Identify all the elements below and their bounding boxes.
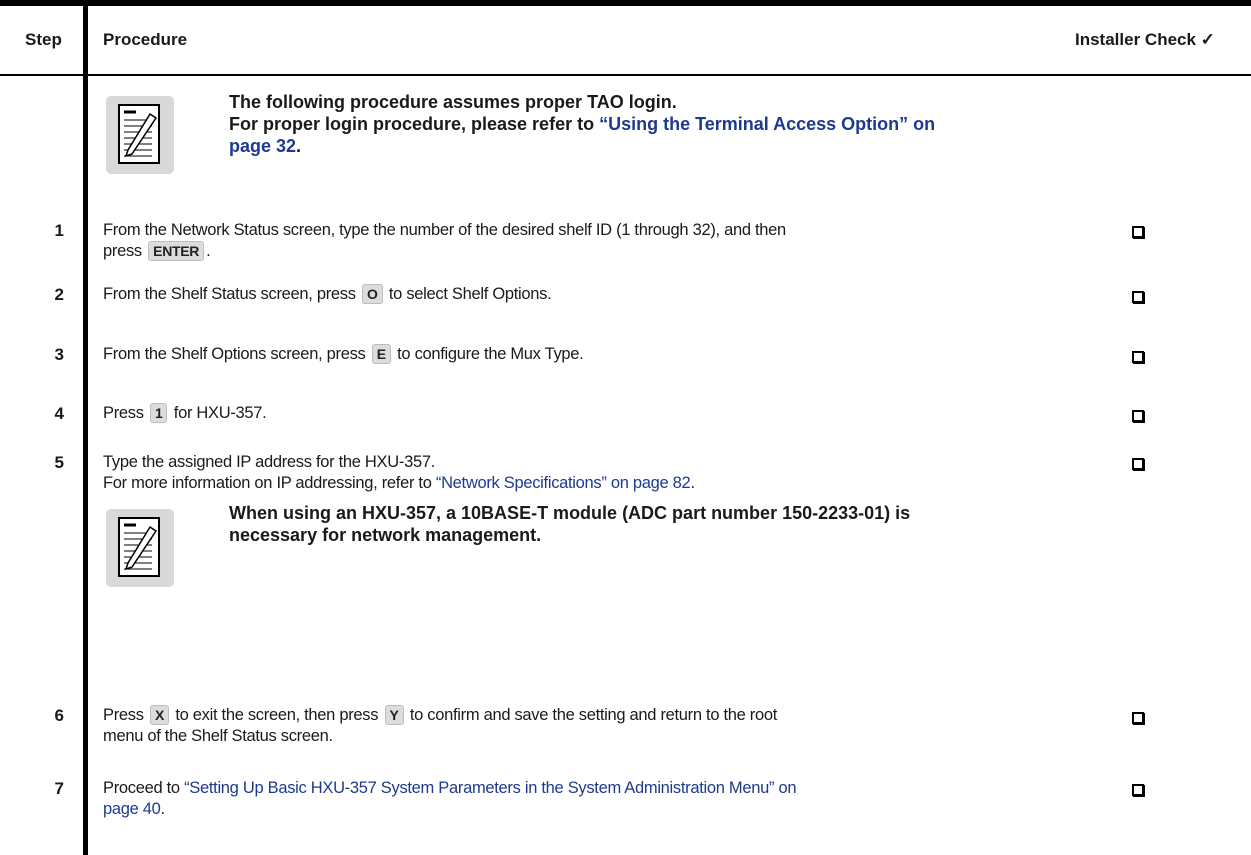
header-rule: [0, 74, 1251, 76]
step-number: 2: [54, 285, 64, 304]
step-4-text: Press 1 for HXU-357.: [103, 403, 267, 424]
step-5-line2: For more information on IP addressing, r…: [103, 473, 695, 494]
link-page-32[interactable]: page 32: [229, 136, 296, 156]
link-network-specifications[interactable]: “Network Specifications” on page 82: [436, 474, 691, 492]
checkbox-icon[interactable]: [1132, 784, 1144, 796]
link-terminal-access[interactable]: “Using the Terminal Access Option” on: [599, 114, 935, 134]
checkbox-icon[interactable]: [1132, 712, 1144, 724]
note-1-period: .: [296, 136, 302, 156]
step-3-part2: to configure the Mux Type.: [397, 345, 584, 363]
note-1-line3: page 32.: [229, 135, 935, 157]
step-5-part: For more information on IP addressing, r…: [103, 474, 436, 492]
step-number: 7: [54, 779, 64, 798]
column-divider: [83, 6, 88, 855]
step-6-part2: to exit the screen, then press: [175, 706, 379, 724]
step-1-line1: From the Network Status screen, type the…: [103, 221, 786, 239]
e-key: E: [371, 344, 391, 364]
step-4-part2: for HXU-357.: [173, 404, 267, 422]
step-2-part2: to select Shelf Options.: [388, 285, 552, 303]
checkbox-icon[interactable]: [1132, 291, 1144, 303]
checkbox-icon[interactable]: [1132, 351, 1144, 363]
step-6-line2: menu of the Shelf Status screen.: [103, 727, 333, 745]
step-7-period: .: [160, 800, 166, 818]
checkbox-icon[interactable]: [1132, 410, 1144, 422]
step-6-part3: to confirm and save the setting and retu…: [409, 706, 778, 724]
step-6-press: Press: [103, 706, 144, 724]
checkbox-icon[interactable]: [1132, 226, 1144, 238]
link-page-40[interactable]: page 40: [103, 800, 161, 818]
top-rule: [0, 0, 1251, 6]
note-1-text: For proper login procedure, please refer…: [229, 114, 600, 134]
note-pencil-icon: [106, 96, 174, 174]
step-1-text: From the Network Status screen, type the…: [103, 220, 786, 262]
step-5-period: .: [690, 474, 695, 492]
header-step: Step: [25, 30, 62, 49]
step-7-text: Proceed to “Setting Up Basic HXU-357 Sys…: [103, 778, 797, 820]
step-1-period: .: [206, 242, 211, 260]
1-key: 1: [149, 403, 168, 423]
link-setting-up-basic[interactable]: “Setting Up Basic HXU-357 System Paramet…: [184, 779, 796, 797]
note-1-line2: For proper login procedure, please refer…: [229, 113, 935, 135]
header-installer-check: Installer Check ✓: [1075, 30, 1215, 49]
step-3-text: From the Shelf Options screen, press E t…: [103, 344, 584, 365]
step-5-text: Type the assigned IP address for the HXU…: [103, 452, 695, 494]
note-2-line1: When using an HXU-357, a 10BASE-T module…: [229, 503, 911, 523]
step-number: 3: [54, 345, 64, 364]
step-6-text: Press X to exit the screen, then press Y…: [103, 705, 777, 747]
enter-key: ENTER: [148, 241, 205, 261]
step-7-line2: page 40.: [103, 799, 796, 820]
step-2-part1: From the Shelf Status screen, press: [103, 285, 356, 303]
note-2: When using an HXU-357, a 10BASE-T module…: [229, 502, 910, 546]
step-7-part1: Proceed to: [103, 779, 185, 797]
step-3-part1: From the Shelf Options screen, press: [103, 345, 366, 363]
step-2-text: From the Shelf Status screen, press O to…: [103, 284, 552, 305]
checkbox-icon[interactable]: [1132, 458, 1144, 470]
step-number: 4: [54, 404, 64, 423]
step-1-line2: press ENTER.: [103, 241, 786, 262]
note-pencil-icon: [106, 509, 174, 587]
note-2-line2: necessary for network management.: [229, 525, 542, 545]
note-1-line1: The following procedure assumes proper T…: [229, 92, 677, 112]
o-key: O: [362, 284, 383, 304]
x-key: X: [149, 705, 170, 725]
step-number: 6: [54, 706, 64, 725]
step-number: 1: [54, 221, 64, 240]
step-6-line1: Press X to exit the screen, then press Y…: [103, 705, 777, 726]
header-procedure: Procedure: [103, 30, 188, 49]
note-1: The following procedure assumes proper T…: [229, 91, 935, 157]
step-4-part1: Press: [103, 404, 144, 422]
step-1-press: press: [103, 242, 142, 260]
step-5-line1: Type the assigned IP address for the HXU…: [103, 453, 435, 471]
step-7-line1: Proceed to “Setting Up Basic HXU-357 Sys…: [103, 778, 797, 799]
y-key: Y: [384, 705, 404, 725]
step-number: 5: [54, 453, 64, 472]
